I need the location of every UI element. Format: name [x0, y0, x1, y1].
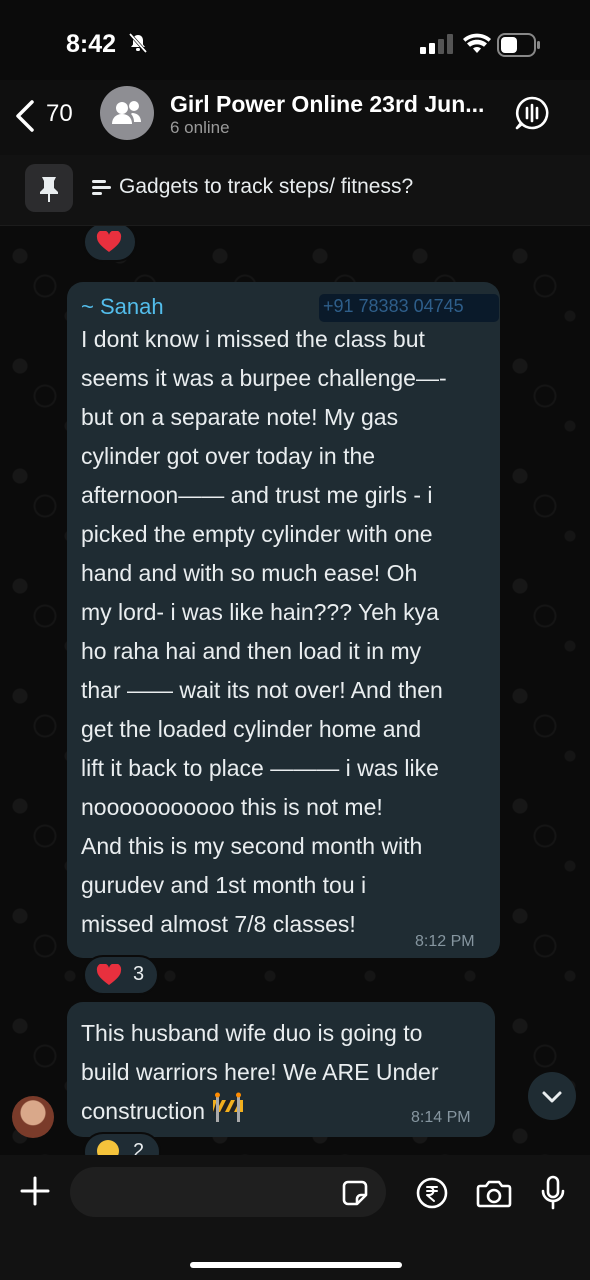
group-title[interactable]: Girl Power Online 23rd Jun...: [170, 91, 484, 118]
group-call-icon[interactable]: [514, 95, 550, 136]
camera-icon[interactable]: [476, 1177, 512, 1214]
back-chevron-icon[interactable]: [12, 98, 38, 139]
construction-barrier-icon: [211, 1092, 245, 1134]
message-timestamp: 8:14 PM: [411, 1109, 471, 1126]
pin-icon[interactable]: [25, 164, 73, 212]
message-text: I dont know i missed the class but seems…: [81, 326, 447, 937]
online-status: 6 online: [170, 118, 230, 137]
reaction-count: 2: [133, 1140, 145, 1155]
heart-icon: [96, 963, 122, 991]
poll-lines-icon: [92, 179, 112, 202]
status-time: 8:42: [66, 30, 117, 58]
message-bubble[interactable]: This husband wife duo is going to build …: [67, 1002, 495, 1137]
scroll-to-bottom-button[interactable]: [528, 1072, 576, 1120]
status-bar: 8:42: [0, 0, 590, 80]
battery-icon: [497, 33, 541, 62]
laughing-emoji-icon: [97, 1140, 119, 1155]
bell-muted-icon: [127, 32, 149, 59]
redacted-phone-number: +91 78383 04745: [319, 294, 499, 322]
laugh-reaction-badge[interactable]: 2: [83, 1132, 161, 1155]
message-input[interactable]: [70, 1167, 386, 1217]
back-unread-count[interactable]: 70: [46, 100, 73, 128]
message-input-bar: [0, 1155, 590, 1280]
sender-name[interactable]: ~ Sanah: [81, 294, 164, 320]
pinned-message-bar[interactable]: Gadgets to track steps/ fitness?: [0, 155, 590, 226]
heart-reaction-badge[interactable]: 3: [83, 955, 159, 995]
message-bubble[interactable]: ~ Sanah +91 78383 04745 I dont know i mi…: [67, 282, 500, 958]
sender-avatar[interactable]: [12, 1096, 54, 1138]
heart-reaction-badge[interactable]: [83, 226, 137, 262]
group-avatar[interactable]: [100, 86, 154, 140]
sticker-icon[interactable]: [341, 1179, 369, 1212]
microphone-icon[interactable]: [540, 1175, 566, 1216]
message-text-content: This husband wife duo is going to build …: [81, 1020, 439, 1125]
heart-icon: [96, 230, 122, 258]
chat-area[interactable]: ~ Sanah +91 78383 04745 I dont know i mi…: [0, 226, 590, 1155]
home-indicator[interactable]: [190, 1262, 402, 1268]
chat-header: 70 Girl Power Online 23rd Jun... 6 onlin…: [0, 80, 590, 155]
wifi-icon: [463, 33, 491, 60]
plus-icon[interactable]: [20, 1176, 50, 1211]
cellular-signal-icon: [420, 34, 454, 59]
reaction-count: 3: [133, 963, 145, 985]
message-timestamp: 8:12 PM: [415, 933, 475, 950]
payment-rupee-icon[interactable]: [416, 1177, 448, 1214]
sender-phone: +91 78383 04745: [323, 296, 464, 316]
chevron-down-icon: [542, 1091, 562, 1103]
pinned-message-text: Gadgets to track steps/ fitness?: [119, 175, 414, 198]
